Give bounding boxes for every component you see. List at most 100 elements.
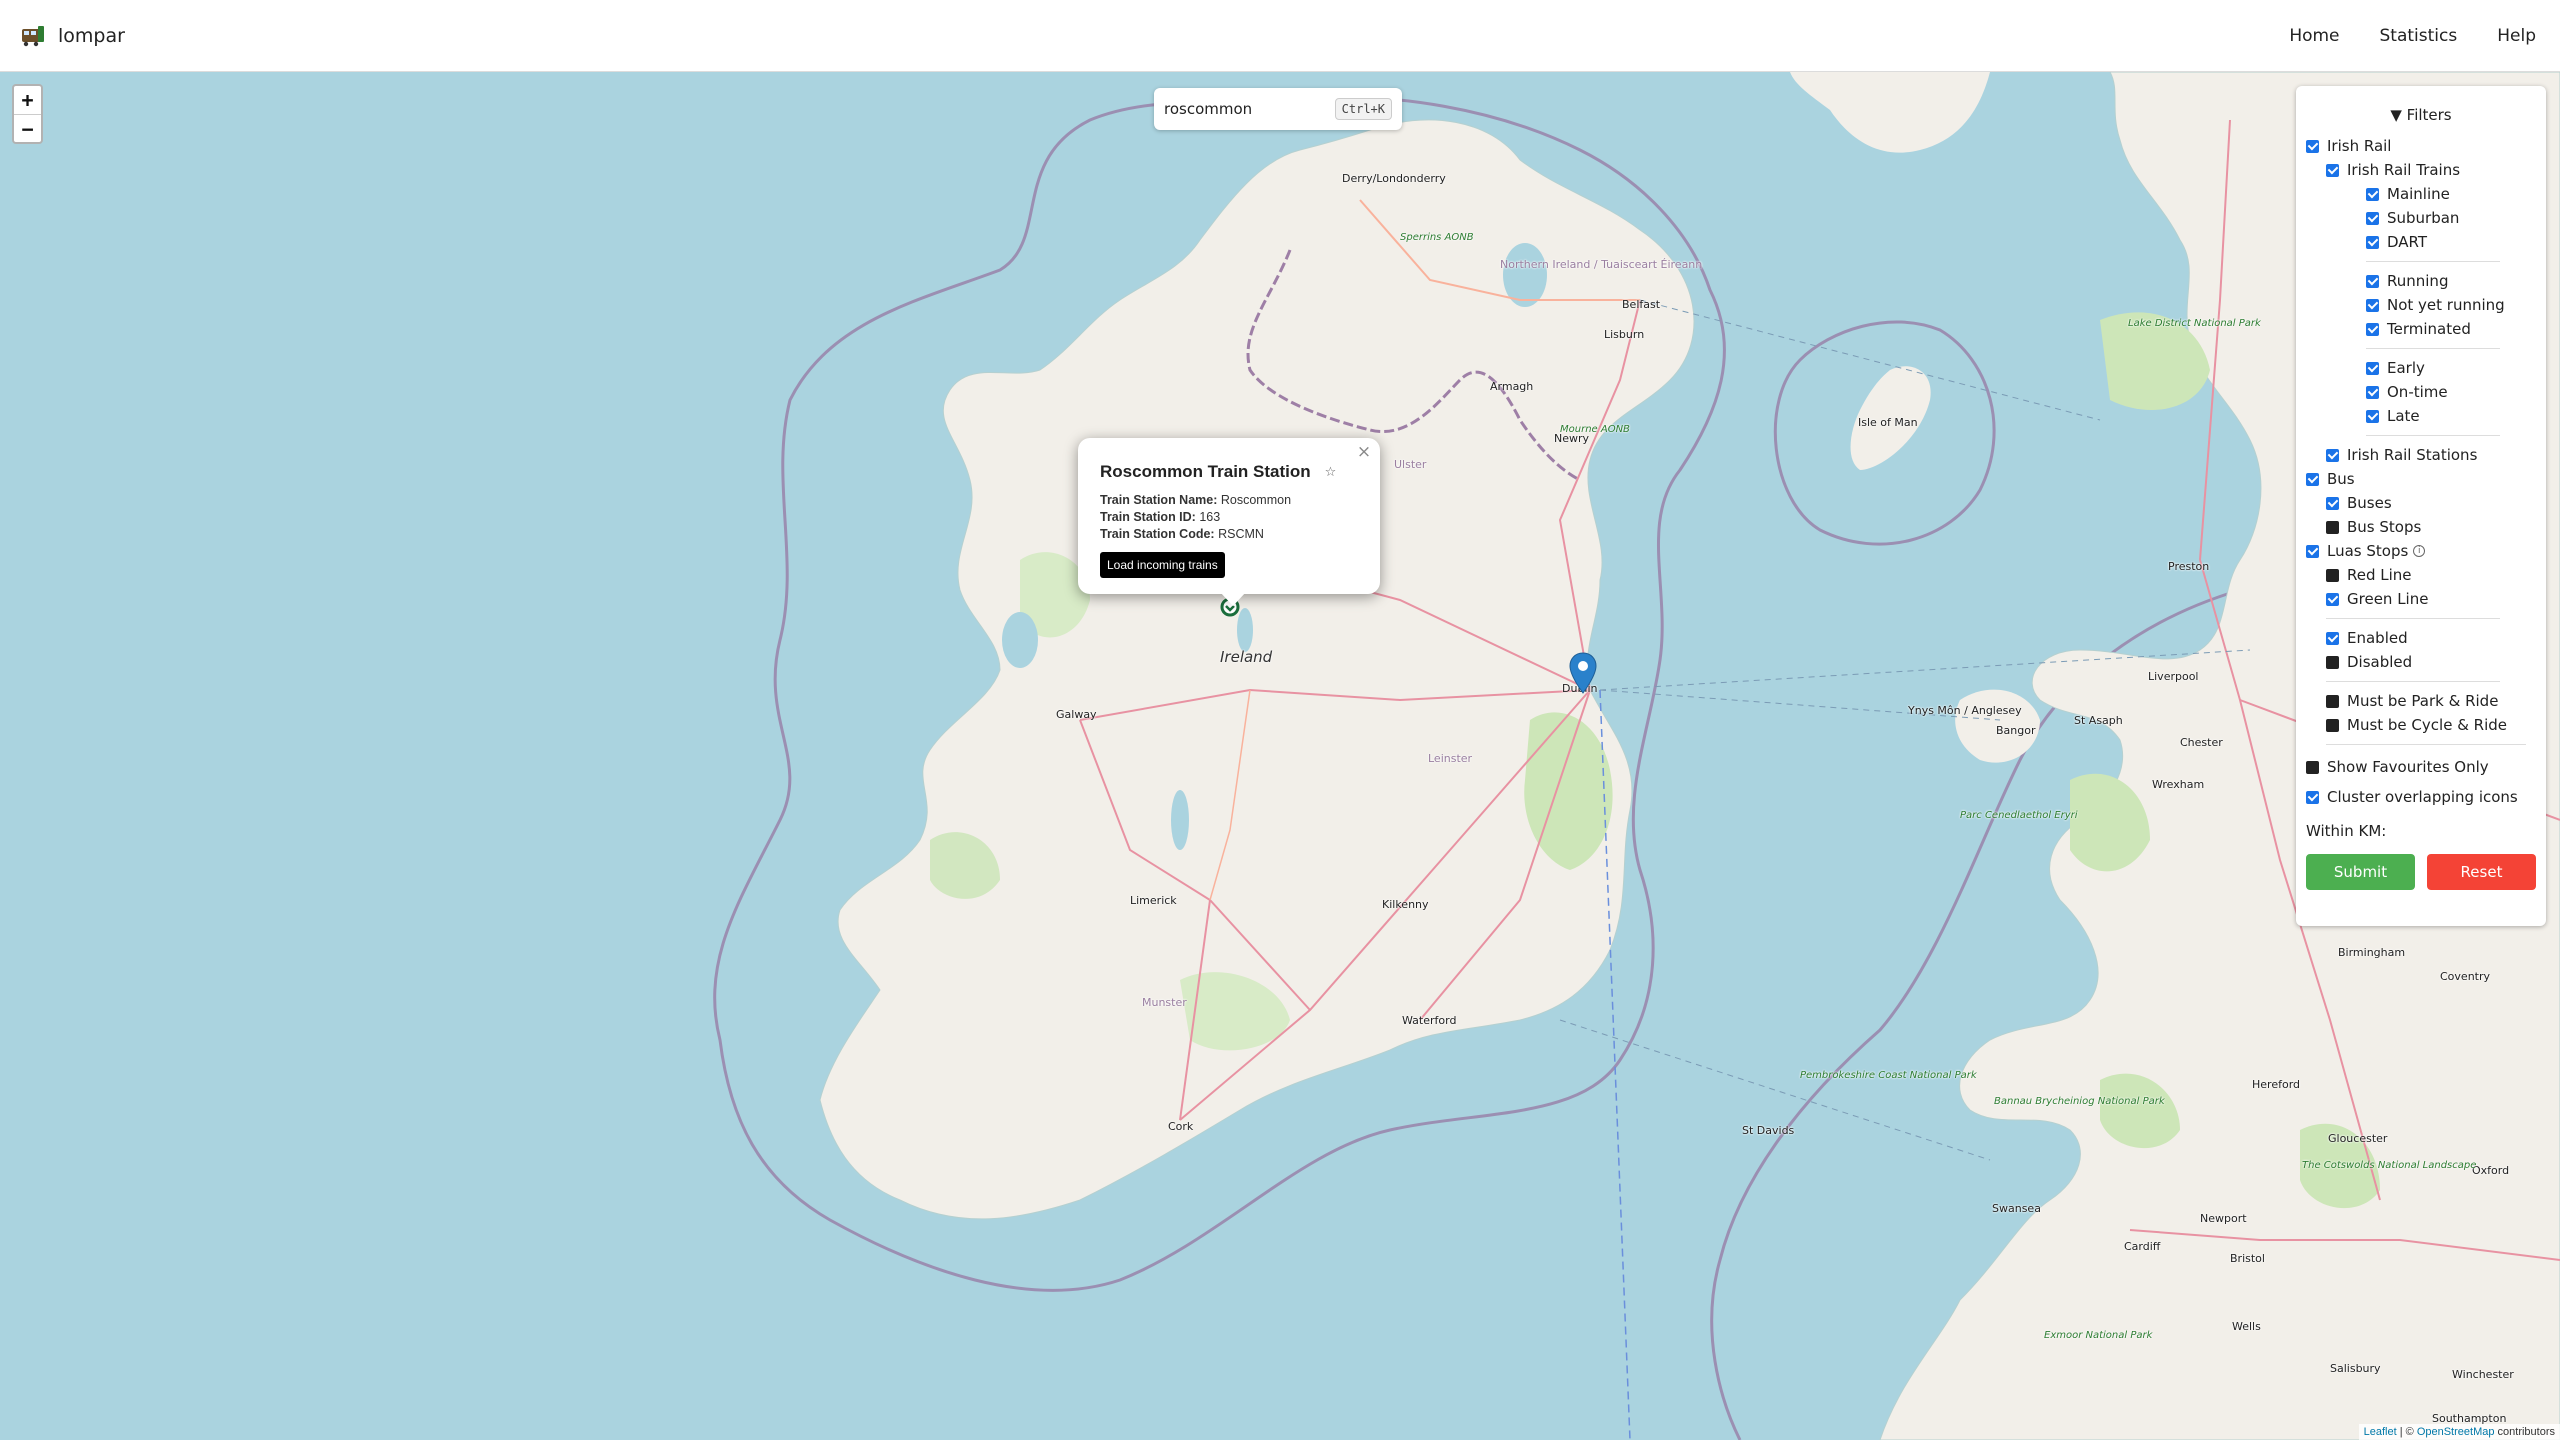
label-exmoor: Exmoor National Park xyxy=(2044,1330,2153,1341)
filter-enabled[interactable]: Enabled xyxy=(2306,626,2536,650)
checkbox-checked-icon[interactable] xyxy=(2326,163,2339,177)
map[interactable]: Ireland Dublin Galway Limerick Cork Wate… xyxy=(0,72,2560,1440)
zoom-in-button[interactable]: + xyxy=(14,86,41,114)
station-code-value: RSCMN xyxy=(1218,527,1264,541)
filter-park-ride[interactable]: Must be Park & Ride xyxy=(2306,689,2536,713)
checkbox-checked-icon[interactable] xyxy=(2306,544,2319,558)
label-bristol: Bristol xyxy=(2230,1252,2265,1265)
label-chester: Chester xyxy=(2180,736,2223,749)
checkbox-unchecked-icon[interactable] xyxy=(2306,760,2319,774)
train-logo-icon xyxy=(22,25,44,46)
checkbox-unchecked-icon[interactable] xyxy=(2326,694,2339,708)
checkbox-checked-icon[interactable] xyxy=(2366,235,2379,249)
filter-label: Mainline xyxy=(2387,185,2450,203)
label-preston: Preston xyxy=(2168,560,2210,573)
checkbox-checked-icon[interactable] xyxy=(2366,211,2379,225)
filter-running[interactable]: Running xyxy=(2306,269,2536,293)
within-km-label: Within KM: xyxy=(2306,822,2387,840)
checkbox-checked-icon[interactable] xyxy=(2306,472,2319,486)
filter-terminated[interactable]: Terminated xyxy=(2306,317,2536,341)
divider xyxy=(2366,261,2500,262)
zoom-control: + − xyxy=(12,84,43,144)
filter-late[interactable]: Late xyxy=(2306,404,2536,428)
nav-statistics[interactable]: Statistics xyxy=(2380,26,2458,46)
checkbox-checked-icon[interactable] xyxy=(2366,187,2379,201)
filter-disabled[interactable]: Disabled xyxy=(2306,650,2536,674)
checkbox-checked-icon[interactable] xyxy=(2366,322,2379,336)
location-pin-icon[interactable] xyxy=(1569,652,1597,694)
label-isle-of-man: Isle of Man xyxy=(1858,416,1918,429)
filter-buses[interactable]: Buses xyxy=(2306,491,2536,515)
filter-green-line[interactable]: Green Line xyxy=(2306,587,2536,611)
checkbox-checked-icon[interactable] xyxy=(2366,385,2379,399)
label-belfast: Belfast xyxy=(1622,298,1661,311)
filter-bus[interactable]: Bus xyxy=(2306,467,2536,491)
checkbox-checked-icon[interactable] xyxy=(2306,790,2319,804)
label-gloucester: Gloucester xyxy=(2328,1132,2388,1145)
filter-cycle-ride[interactable]: Must be Cycle & Ride xyxy=(2306,713,2536,737)
label-sperrins: Sperrins AONB xyxy=(1400,232,1474,243)
search-input[interactable] xyxy=(1164,100,1335,118)
checkbox-checked-icon[interactable] xyxy=(2326,592,2339,606)
filter-label: Not yet running xyxy=(2387,296,2505,314)
filter-not-yet-running[interactable]: Not yet running xyxy=(2306,293,2536,317)
label-wrexham: Wrexham xyxy=(2152,778,2205,791)
checkbox-unchecked-icon[interactable] xyxy=(2326,520,2339,534)
filter-label: Irish Rail Stations xyxy=(2347,446,2478,464)
load-incoming-trains-button[interactable]: Load incoming trains xyxy=(1100,552,1225,578)
nav-home[interactable]: Home xyxy=(2289,26,2339,46)
filter-irish-rail[interactable]: Irish Rail xyxy=(2306,134,2536,158)
zoom-out-button[interactable]: − xyxy=(14,114,41,142)
checkbox-checked-icon[interactable] xyxy=(2366,274,2379,288)
search-shortcut-hint: Ctrl+K xyxy=(1334,98,1392,120)
filter-cluster-icons[interactable]: Cluster overlapping icons xyxy=(2306,782,2536,812)
checkbox-checked-icon[interactable] xyxy=(2366,409,2379,423)
label-lake-district: Lake District National Park xyxy=(2128,318,2261,329)
filter-luas-stops[interactable]: Luas Stops i xyxy=(2306,539,2536,563)
label-cork: Cork xyxy=(1168,1120,1194,1133)
checkbox-checked-icon[interactable] xyxy=(2366,361,2379,375)
checkbox-unchecked-icon[interactable] xyxy=(2326,655,2339,669)
station-name-value: Roscommon xyxy=(1220,493,1292,507)
filter-label: Bus xyxy=(2327,470,2355,488)
filter-irish-rail-trains[interactable]: Irish Rail Trains xyxy=(2306,158,2536,182)
reset-button[interactable]: Reset xyxy=(2427,854,2536,890)
station-id-value: 163 xyxy=(1199,510,1221,524)
label-salisbury: Salisbury xyxy=(2330,1362,2381,1375)
popup-close-button[interactable]: × xyxy=(1354,442,1374,462)
station-id-line: Train Station ID: 163 xyxy=(1100,509,1360,526)
info-icon[interactable]: i xyxy=(2413,545,2426,557)
filter-early[interactable]: Early xyxy=(2306,356,2536,380)
divider xyxy=(2326,681,2500,682)
checkbox-checked-icon[interactable] xyxy=(2326,631,2339,645)
filter-label: Must be Cycle & Ride xyxy=(2347,716,2507,734)
nav-help[interactable]: Help xyxy=(2497,26,2536,46)
checkbox-unchecked-icon[interactable] xyxy=(2326,568,2339,582)
filter-irish-rail-stations[interactable]: Irish Rail Stations xyxy=(2306,443,2536,467)
osm-link[interactable]: OpenStreetMap xyxy=(2417,1426,2495,1438)
filter-dart[interactable]: DART xyxy=(2306,230,2536,254)
filter-favourites-only[interactable]: Show Favourites Only xyxy=(2306,752,2536,782)
brand[interactable]: lompar xyxy=(20,25,125,47)
label-hereford: Hereford xyxy=(2252,1078,2301,1091)
label-kilkenny: Kilkenny xyxy=(1382,898,1429,911)
favourite-star-icon[interactable]: ☆ xyxy=(1325,465,1337,480)
filter-bus-stops[interactable]: Bus Stops xyxy=(2306,515,2536,539)
checkbox-checked-icon[interactable] xyxy=(2366,298,2379,312)
checkbox-checked-icon[interactable] xyxy=(2326,496,2339,510)
filters-toggle[interactable]: ▼ Filters xyxy=(2306,106,2536,124)
checkbox-unchecked-icon[interactable] xyxy=(2326,718,2339,732)
filter-mainline[interactable]: Mainline xyxy=(2306,182,2536,206)
filter-on-time[interactable]: On-time xyxy=(2306,380,2536,404)
divider xyxy=(2366,435,2500,436)
filter-red-line[interactable]: Red Line xyxy=(2306,563,2536,587)
filter-label: Must be Park & Ride xyxy=(2347,692,2499,710)
label-coventry: Coventry xyxy=(2440,970,2491,983)
checkbox-checked-icon[interactable] xyxy=(2306,139,2319,153)
divider xyxy=(2326,744,2526,745)
attribution-contributors: contributors xyxy=(2494,1426,2555,1438)
checkbox-checked-icon[interactable] xyxy=(2326,448,2339,462)
leaflet-link[interactable]: Leaflet xyxy=(2364,1426,2397,1438)
submit-button[interactable]: Submit xyxy=(2306,854,2415,890)
filter-suburban[interactable]: Suburban xyxy=(2306,206,2536,230)
